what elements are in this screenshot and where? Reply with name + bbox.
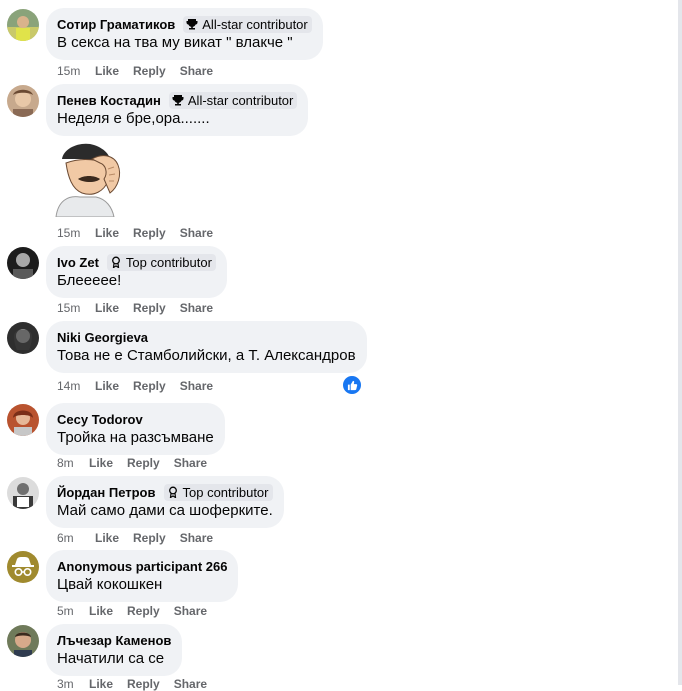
avatar[interactable]: [7, 625, 39, 657]
comment-text: Май само дами са шоферките.: [57, 502, 273, 519]
author-name[interactable]: Cecy Todorov: [57, 412, 143, 427]
comment-text: Начатили са се: [57, 650, 165, 667]
reply-button[interactable]: Reply: [133, 226, 166, 240]
share-button[interactable]: Share: [180, 301, 213, 315]
reply-button[interactable]: Reply: [133, 64, 166, 78]
author-name[interactable]: Anonymous participant 266: [57, 559, 227, 574]
like-reaction-icon[interactable]: [342, 375, 362, 395]
share-button[interactable]: Share: [174, 677, 207, 691]
comment-text: Блеееее!: [57, 272, 122, 289]
share-button[interactable]: Share: [180, 379, 213, 393]
author-name[interactable]: Niki Georgieva: [57, 330, 148, 345]
comment-bubble: Anonymous participant 266 Цвай кокошкен: [46, 550, 239, 602]
comment-text: Неделя е бре,ора.......: [57, 110, 210, 127]
comment-actions: 15m Like Reply Share: [57, 301, 227, 315]
avatar[interactable]: [7, 551, 39, 583]
comment-bubble: Пенев Костадин All-star contributor Неде…: [46, 84, 309, 136]
comment-actions: 15m Like Reply Share: [57, 64, 227, 78]
timestamp[interactable]: 14m: [57, 379, 95, 393]
timestamp[interactable]: 15m: [57, 226, 95, 240]
reply-button[interactable]: Reply: [133, 531, 166, 545]
badge-label: Top contributor: [125, 254, 212, 270]
like-button[interactable]: Like: [95, 301, 119, 315]
avatar[interactable]: [7, 404, 39, 436]
timestamp[interactable]: 15m: [57, 64, 95, 78]
ribbon-icon: [111, 256, 120, 268]
timestamp[interactable]: 3m: [57, 677, 89, 691]
author-name[interactable]: Ivo Zet: [57, 255, 99, 270]
trophy-icon: [172, 95, 184, 106]
badge-label: All-star contributor: [202, 16, 308, 32]
trophy-icon: [186, 19, 198, 30]
comment-actions: 6m Like Reply Share: [57, 531, 227, 545]
comment-actions: 15m Like Reply Share: [57, 226, 227, 240]
avatar[interactable]: [7, 247, 39, 279]
share-button[interactable]: Share: [180, 64, 213, 78]
avatar[interactable]: [7, 322, 39, 354]
comment-actions: 8m Like Reply Share: [57, 456, 221, 470]
avatar[interactable]: [7, 9, 39, 41]
ribbon-icon: [168, 486, 177, 498]
contributor-badge[interactable]: Top contributor: [106, 253, 216, 271]
comment-text: Това не е Стамболийски, а Т. Александров: [57, 347, 356, 364]
reply-button[interactable]: Reply: [133, 301, 166, 315]
reply-button[interactable]: Reply: [127, 604, 160, 618]
author-name[interactable]: Йордан Петров: [57, 485, 156, 500]
comment-bubble: Niki Georgieva Това не е Стамболийски, а…: [46, 321, 367, 373]
like-button[interactable]: Like: [89, 604, 113, 618]
timestamp[interactable]: 8m: [57, 456, 89, 470]
comment-bubble: Йордан Петров Top contributor Май само д…: [46, 476, 284, 528]
share-button[interactable]: Share: [174, 456, 207, 470]
avatar[interactable]: [7, 477, 39, 509]
timestamp[interactable]: 15m: [57, 301, 95, 315]
share-button[interactable]: Share: [174, 604, 207, 618]
reply-button[interactable]: Reply: [127, 677, 160, 691]
comment-bubble: Сотир Граматиков All-star contributor В …: [46, 8, 323, 60]
avatar[interactable]: [7, 85, 39, 117]
author-name[interactable]: Сотир Граматиков: [57, 17, 175, 32]
like-button[interactable]: Like: [95, 379, 119, 393]
facepalm-sticker[interactable]: [52, 139, 124, 217]
timestamp[interactable]: 5m: [57, 604, 89, 618]
contributor-badge[interactable]: All-star contributor: [168, 91, 298, 109]
comment-text: Тройка на разсъмване: [57, 429, 214, 446]
badge-label: Top contributor: [182, 484, 269, 500]
comment-actions: 3m Like Reply Share: [57, 677, 221, 691]
reply-button[interactable]: Reply: [133, 379, 166, 393]
reply-button[interactable]: Reply: [127, 456, 160, 470]
author-name[interactable]: Пенев Костадин: [57, 93, 161, 108]
comment-actions: 14m Like Reply Share: [57, 379, 227, 393]
comment-bubble: Ivo Zet Top contributor Блеееее!: [46, 246, 227, 298]
like-button[interactable]: Like: [95, 226, 119, 240]
badge-label: All-star contributor: [187, 92, 294, 108]
contributor-badge[interactable]: Top contributor: [163, 483, 273, 501]
comment-actions: 5m Like Reply Share: [57, 604, 221, 618]
like-button[interactable]: Like: [95, 64, 119, 78]
comment-bubble: Лъчезар Каменов Начатили са се: [46, 624, 183, 676]
like-button[interactable]: Like: [89, 456, 113, 470]
comment-text: Цвай кокошкен: [57, 576, 163, 593]
share-button[interactable]: Share: [180, 226, 213, 240]
contributor-badge[interactable]: All-star contributor: [183, 15, 312, 33]
comment-text: В секса на тва му викат " влакче ": [57, 34, 293, 51]
author-name[interactable]: Лъчезар Каменов: [57, 633, 171, 648]
comment-bubble: Cecy Todorov Тройка на разсъмване: [46, 403, 225, 455]
scrollbar[interactable]: [678, 0, 682, 685]
timestamp[interactable]: 6m: [57, 531, 95, 545]
like-button[interactable]: Like: [89, 677, 113, 691]
share-button[interactable]: Share: [180, 531, 213, 545]
like-button[interactable]: Like: [95, 531, 119, 545]
